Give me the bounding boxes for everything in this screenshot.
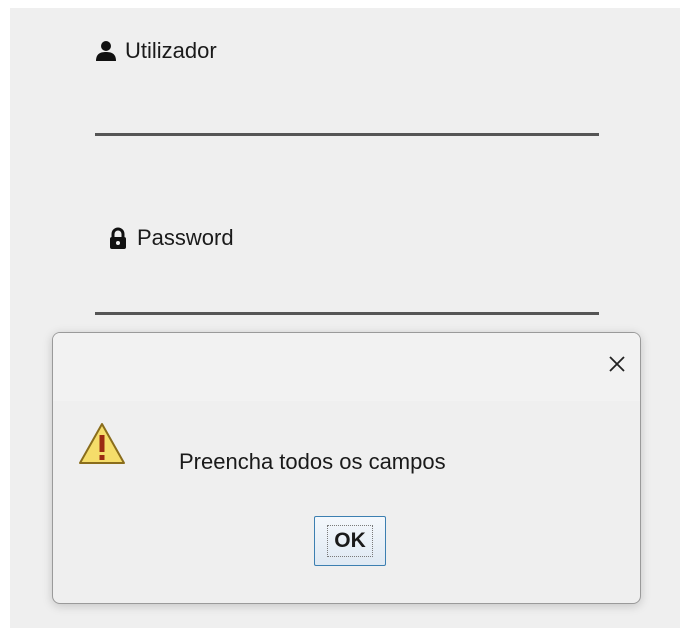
warning-icon: [79, 423, 125, 464]
username-label-row: Utilizador: [95, 38, 217, 64]
close-icon: [609, 356, 625, 372]
password-field[interactable]: [95, 312, 599, 315]
lock-icon: [107, 227, 129, 249]
close-button[interactable]: [602, 349, 632, 379]
ok-button-label: OK: [327, 525, 373, 557]
password-label-row: Password: [107, 225, 234, 251]
username-label: Utilizador: [125, 38, 217, 63]
username-field[interactable]: [95, 133, 599, 136]
ok-button[interactable]: OK: [314, 516, 386, 566]
user-icon: [95, 40, 117, 62]
dialog-titlebar: [53, 333, 640, 401]
warning-dialog: Preencha todos os campos OK: [52, 332, 641, 604]
dialog-message: Preencha todos os campos: [179, 449, 446, 474]
password-label: Password: [137, 225, 234, 250]
